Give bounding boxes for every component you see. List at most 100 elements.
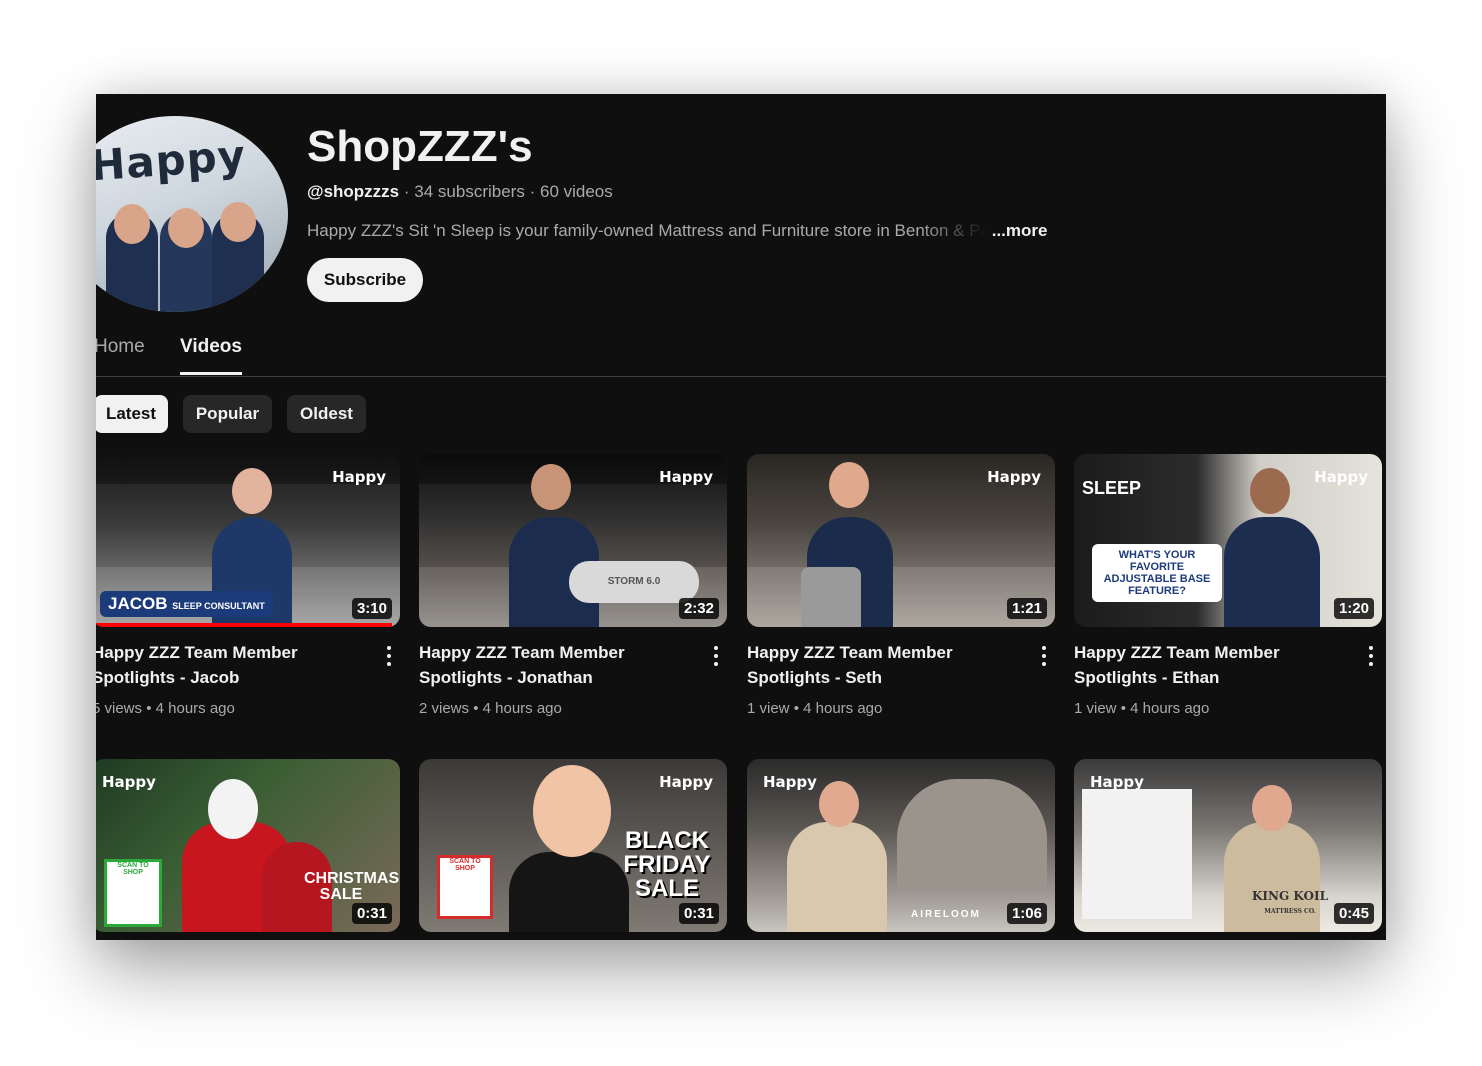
video-views: 5 views	[96, 700, 143, 717]
video-duration: 1:06	[1006, 903, 1047, 924]
channel-meta: @shopzzzs · 34 subscribers · 60 videos	[307, 182, 613, 202]
thumb-pillow: STORM 6.0	[569, 561, 699, 603]
video-thumbnail[interactable]: SLEEP WHAT'S YOUR FAVORITE ADJUSTABLE BA…	[1074, 454, 1382, 627]
video-duration: 0:45	[1333, 903, 1374, 924]
filter-latest[interactable]: Latest	[96, 395, 168, 433]
video-thumbnail[interactable]: STORM 6.0 Happy 2:32	[419, 454, 727, 627]
thumb-person	[509, 852, 629, 932]
video-views: 2 views	[419, 700, 470, 717]
thumb-brand: Happy	[659, 773, 713, 791]
thumb-headboard	[897, 779, 1047, 889]
filter-oldest[interactable]: Oldest	[287, 395, 366, 433]
thumb-white-headboard	[1082, 789, 1192, 919]
description-text: Happy ZZZ's Sit 'n Sleep is your family-…	[307, 221, 987, 240]
watch-progress-bar	[96, 623, 392, 627]
video-thumbnail[interactable]: SCAN TO SHOP CHRISTMAS SALE Happy 0:31	[96, 759, 400, 932]
video-thumbnail[interactable]: Happy 1:21	[747, 454, 1055, 627]
thumb-qr-code: SCAN TO SHOP	[104, 859, 162, 927]
video-count: 60 videos	[539, 182, 613, 201]
avatar-face	[114, 204, 150, 244]
meta-separator: ·	[403, 182, 410, 201]
channel-tabs: Home Videos	[96, 332, 1386, 597]
thumb-blanket	[801, 567, 861, 627]
video-card[interactable]: STORM 6.0 Happy 2:32 Happy ZZZ Team Memb…	[419, 454, 727, 717]
channel-handle: @shopzzzs	[307, 182, 400, 201]
video-title[interactable]: Happy ZZZ Team Member Spotlights - Jonat…	[419, 640, 679, 690]
more-link[interactable]: ...more	[992, 221, 1048, 240]
channel-name: ShopZZZ's	[307, 122, 533, 171]
more-vert-icon[interactable]	[386, 646, 392, 668]
thumb-brand-logo: KING KOIL MATTRESS CO.	[1250, 890, 1330, 918]
video-card[interactable]: AIRELOOM Happy 1:06	[747, 759, 1055, 932]
video-card[interactable]: SCAN TO SHOP CHRISTMAS SALE Happy 0:31	[96, 759, 400, 932]
video-views: 1 view	[747, 700, 790, 717]
video-meta: 2 views • 4 hours ago	[419, 700, 562, 717]
subscribe-button[interactable]: Subscribe	[307, 258, 423, 302]
channel-description[interactable]: Happy ZZZ's Sit 'n Sleep is your family-…	[307, 221, 1047, 241]
meta-separator: ·	[529, 182, 536, 201]
thumb-face	[533, 765, 611, 857]
video-card[interactable]: SLEEP WHAT'S YOUR FAVORITE ADJUSTABLE BA…	[1074, 454, 1382, 717]
thumb-name-tag-sub: SLEEP CONSULTANT	[172, 601, 265, 611]
thumb-brand: Happy	[1314, 468, 1368, 486]
video-title[interactable]: Happy ZZZ Team Member Spotlights - Seth	[747, 640, 1007, 690]
video-card[interactable]: SCAN TO SHOP BLACK FRIDAY SALE Happy 0:3…	[419, 759, 727, 932]
thumb-brand-logo: AIRELOOM	[911, 909, 981, 920]
video-duration: 1:20	[1333, 598, 1374, 619]
thumb-face	[1252, 785, 1292, 831]
avatar-face	[220, 202, 256, 242]
thumb-face	[829, 462, 869, 508]
video-title[interactable]: Happy ZZZ Team Member Spotlights - Ethan	[1074, 640, 1334, 690]
thumb-brand: Happy	[987, 468, 1041, 486]
tab-videos[interactable]: Videos	[180, 336, 242, 375]
video-title[interactable]: Happy ZZZ Team Member Spotlights - Jacob	[96, 640, 352, 690]
video-meta: 1 view • 4 hours ago	[1074, 700, 1210, 717]
video-duration: 0:31	[678, 903, 719, 924]
video-duration: 3:10	[351, 598, 392, 619]
thumb-face	[208, 779, 258, 839]
tab-home[interactable]: Home	[96, 336, 145, 358]
thumb-name-tag: JACOB SLEEP CONSULTANT	[100, 591, 273, 617]
thumb-sale-text: BLACK FRIDAY SALE	[623, 827, 711, 902]
video-thumbnail[interactable]: Happy JACOB SLEEP CONSULTANT 3:10	[96, 454, 400, 627]
thumb-face	[1250, 468, 1290, 514]
thumb-person	[787, 822, 887, 932]
thumb-brand-logo-text: KING KOIL	[1251, 889, 1329, 903]
thumb-face	[819, 781, 859, 827]
video-age: 4 hours ago	[803, 700, 883, 717]
thumb-sign: SLEEP	[1082, 478, 1142, 498]
thumb-qr-code: SCAN TO SHOP	[437, 855, 493, 919]
more-vert-icon[interactable]	[1041, 646, 1047, 668]
thumb-brand: Happy	[332, 468, 386, 486]
active-tab-indicator	[180, 372, 242, 375]
video-card[interactable]: Happy 1:21 Happy ZZZ Team Member Spotlig…	[747, 454, 1055, 717]
avatar-face	[168, 208, 204, 248]
video-duration: 1:21	[1006, 598, 1047, 619]
thumb-question-card: WHAT'S YOUR FAVORITE ADJUSTABLE BASE FEA…	[1092, 544, 1222, 602]
thumb-brand-logo-sub: MATTRESS CO.	[1264, 908, 1316, 915]
video-card[interactable]: KING KOIL MATTRESS CO. Happy 0:45	[1074, 759, 1382, 932]
subscriber-count: 34 subscribers	[414, 182, 525, 201]
video-duration: 2:32	[678, 598, 719, 619]
thumb-face	[531, 464, 571, 510]
video-thumbnail[interactable]: AIRELOOM Happy 1:06	[747, 759, 1055, 932]
video-thumbnail[interactable]: KING KOIL MATTRESS CO. Happy 0:45	[1074, 759, 1382, 932]
video-meta: 1 view • 4 hours ago	[747, 700, 883, 717]
thumb-face	[232, 468, 272, 514]
more-vert-icon[interactable]	[1368, 646, 1374, 668]
thumb-brand: Happy	[659, 468, 713, 486]
video-meta: 5 views • 4 hours ago	[96, 700, 235, 717]
thumb-brand: Happy	[102, 773, 156, 791]
avatar-logo: Happy	[96, 130, 248, 191]
thumb-sale-text: CHRISTMAS SALE	[304, 870, 400, 903]
video-age: 4 hours ago	[155, 700, 235, 717]
video-card[interactable]: Happy JACOB SLEEP CONSULTANT 3:10 Happy …	[96, 454, 400, 717]
filter-popular[interactable]: Popular	[183, 395, 272, 433]
thumb-person	[1224, 517, 1320, 627]
thumb-name-tag-text: JACOB	[108, 594, 168, 613]
more-vert-icon[interactable]	[713, 646, 719, 668]
video-views: 1 view	[1074, 700, 1117, 717]
channel-avatar[interactable]: Happy	[96, 116, 288, 312]
video-thumbnail[interactable]: SCAN TO SHOP BLACK FRIDAY SALE Happy 0:3…	[419, 759, 727, 932]
youtube-channel-window: Happy ShopZZZ's @shopzzzs · 34 subscribe…	[96, 94, 1386, 940]
